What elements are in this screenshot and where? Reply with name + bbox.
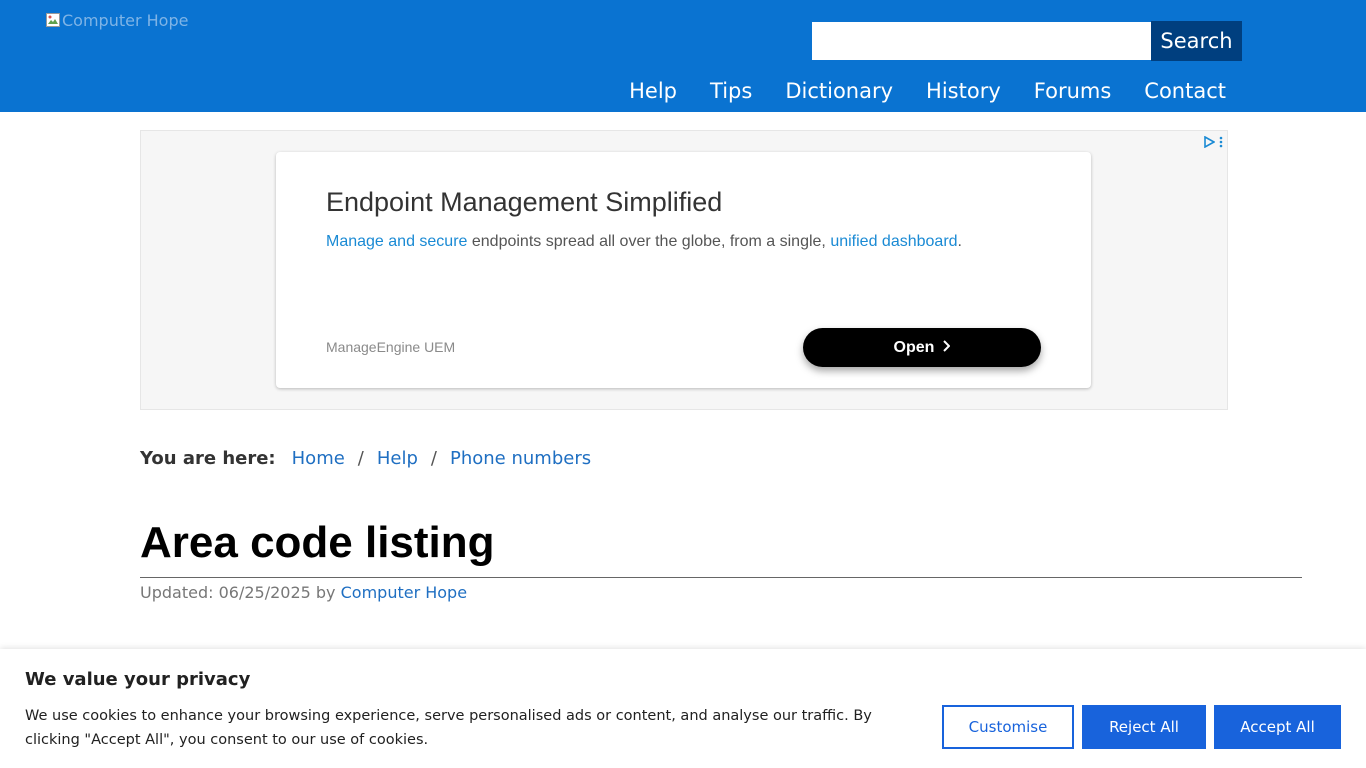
ad-text-end: . [957, 233, 962, 250]
updated-text: Updated: 06/25/2025 by [140, 583, 336, 602]
search-input[interactable] [812, 22, 1151, 60]
breadcrumb-help[interactable]: Help [377, 448, 418, 469]
cookie-banner: We value your privacy We use cookies to … [0, 649, 1366, 768]
ad-title[interactable]: Endpoint Management Simplified [326, 187, 722, 218]
nav-tips[interactable]: Tips [710, 76, 752, 106]
accept-all-button[interactable]: Accept All [1214, 705, 1341, 749]
customise-button[interactable]: Customise [942, 705, 1074, 749]
ad-link-dashboard[interactable]: unified dashboard [830, 233, 957, 250]
page-title: Area code listing [140, 518, 495, 567]
cookie-title: We value your privacy [25, 669, 251, 690]
ad-brand: ManageEngine UEM [326, 339, 456, 355]
nav-forums[interactable]: Forums [1034, 76, 1112, 106]
ad-container: Endpoint Management Simplified Manage an… [140, 130, 1228, 410]
broken-image-icon [46, 13, 60, 27]
ad-text-middle: endpoints spread all over the globe, fro… [467, 233, 831, 250]
breadcrumb-phone-numbers[interactable]: Phone numbers [450, 448, 591, 469]
breadcrumb-separator: / [357, 447, 364, 469]
breadcrumb-label: You are here: [140, 447, 276, 469]
chevron-right-icon [942, 339, 951, 357]
search-button[interactable]: Search [1151, 21, 1242, 61]
nav-contact[interactable]: Contact [1144, 76, 1226, 106]
main-nav: Help Tips Dictionary History Forums Cont… [629, 76, 1226, 106]
reject-all-button[interactable]: Reject All [1082, 705, 1206, 749]
ad-card[interactable]: Endpoint Management Simplified Manage an… [276, 152, 1091, 388]
updated-info: Updated: 06/25/2025 by Computer Hope [140, 583, 467, 602]
breadcrumb-separator: / [430, 447, 437, 469]
more-vertical-icon[interactable] [1219, 133, 1223, 152]
adchoices-play-icon[interactable] [1203, 133, 1216, 152]
cookie-text: We use cookies to enhance your browsing … [25, 708, 872, 748]
ad-description: Manage and secure endpoints spread all o… [326, 233, 962, 251]
nav-help[interactable]: Help [629, 76, 677, 106]
site-logo[interactable]: Computer Hope [46, 10, 188, 30]
nav-history[interactable]: History [926, 76, 1001, 106]
nav-dictionary[interactable]: Dictionary [785, 76, 893, 106]
breadcrumb-home[interactable]: Home [292, 448, 345, 469]
title-divider [140, 577, 1302, 578]
ad-open-label: Open [893, 338, 935, 356]
ad-link-manage[interactable]: Manage and secure [326, 233, 467, 250]
author-link[interactable]: Computer Hope [341, 583, 467, 602]
site-header: Computer Hope Search Help Tips Dictionar… [0, 0, 1366, 112]
ad-open-button[interactable]: Open [803, 328, 1041, 367]
logo-alt-text: Computer Hope [62, 10, 189, 30]
ad-choices[interactable] [1203, 133, 1223, 152]
breadcrumb: You are here: Home / Help / Phone number… [140, 445, 591, 471]
